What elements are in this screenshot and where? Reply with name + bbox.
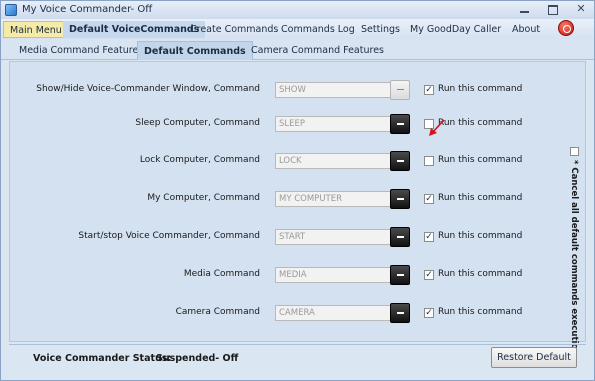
- window-controls: ✕: [518, 3, 588, 16]
- run-command-label: Run this command: [438, 307, 523, 317]
- command-value-field[interactable]: CAMERA: [275, 305, 391, 321]
- run-command-checkbox[interactable]: ✓: [424, 194, 434, 204]
- command-value-field[interactable]: SHOW: [275, 82, 391, 98]
- cancel-all-label-wrap: * Cancel all default commands execution: [567, 160, 583, 355]
- record-command-button[interactable]: [390, 151, 410, 171]
- tab-media-command-features[interactable]: Media Command Features: [13, 41, 149, 60]
- restore-default-button[interactable]: Restore Default: [491, 347, 577, 368]
- status-bar: Voice Commander Status: Suspended- Off R…: [9, 344, 586, 371]
- command-value-field[interactable]: LOCK: [275, 153, 391, 169]
- cancel-all-label: * Cancel all default commands execution: [569, 160, 579, 356]
- command-value-field[interactable]: START: [275, 229, 391, 245]
- command-label: Show/Hide Voice-Commander Window, Comman…: [36, 84, 260, 94]
- status-label: Voice Commander Status:: [33, 353, 172, 364]
- record-command-button[interactable]: [390, 303, 410, 323]
- tab-camera-command-features[interactable]: Camera Command Features: [245, 41, 390, 60]
- tab-default-commands[interactable]: Default Commands: [137, 41, 253, 60]
- close-icon[interactable]: ✕: [574, 3, 588, 16]
- run-command-checkbox[interactable]: ✓: [424, 232, 434, 242]
- app-icon: [5, 4, 17, 16]
- run-command-checkbox[interactable]: ✓: [424, 85, 434, 95]
- menu-goodday-caller[interactable]: My GoodDay Caller: [404, 21, 507, 38]
- default-commands-panel: Show/Hide Voice-Commander Window, Comman…: [9, 61, 586, 355]
- command-row: Start/stop Voice Commander, Command STAR…: [10, 227, 570, 249]
- run-command-label: Run this command: [438, 84, 523, 94]
- record-command-button[interactable]: [390, 189, 410, 209]
- command-label: Sleep Computer, Command: [135, 118, 260, 128]
- menu-about[interactable]: About: [506, 21, 546, 38]
- cancel-all-checkbox[interactable]: [570, 147, 579, 156]
- command-label: Start/stop Voice Commander, Command: [78, 231, 260, 241]
- run-command-label: Run this command: [438, 269, 523, 279]
- window-title: My Voice Commander- Off: [22, 4, 153, 15]
- title-bar: My Voice Commander- Off ✕: [1, 1, 594, 19]
- command-label: Lock Computer, Command: [139, 155, 260, 165]
- run-command-label: Run this command: [438, 193, 523, 203]
- record-command-button[interactable]: [390, 114, 410, 134]
- command-row: My Computer, Command MY COMPUTER ✓ Run t…: [10, 189, 570, 211]
- run-command-label: Run this command: [438, 155, 523, 165]
- run-command-checkbox[interactable]: [424, 156, 434, 166]
- command-label: Camera Command: [175, 307, 260, 317]
- run-command-label: Run this command: [438, 231, 523, 241]
- command-row: Camera Command CAMERA ✓ Run this command: [10, 303, 570, 325]
- menu-create-commands[interactable]: Create Commands: [184, 21, 284, 38]
- app-window: My Voice Commander- Off ✕ Main Menu Defa…: [0, 0, 595, 381]
- feature-tabs: Media Command Features Default Commands …: [1, 39, 594, 60]
- status-value: Suspended- Off: [156, 353, 239, 364]
- menu-bar: Main Menu Default VoiceCommands Create C…: [1, 19, 594, 39]
- record-command-button[interactable]: [390, 80, 410, 100]
- command-row: Lock Computer, Command LOCK Run this com…: [10, 151, 570, 173]
- command-value-field[interactable]: MY COMPUTER: [275, 191, 391, 207]
- maximize-icon[interactable]: [546, 3, 560, 16]
- command-value-field[interactable]: SLEEP: [275, 116, 391, 132]
- menu-settings[interactable]: Settings: [355, 21, 406, 38]
- command-label: My Computer, Command: [147, 193, 260, 203]
- command-label: Media Command: [183, 269, 260, 279]
- power-stop-icon[interactable]: [558, 20, 574, 36]
- menu-commands-log[interactable]: Commands Log: [275, 21, 361, 38]
- command-row: Sleep Computer, Command SLEEP Run this c…: [10, 114, 570, 136]
- minimize-icon[interactable]: [518, 3, 532, 16]
- command-row: Media Command MEDIA ✓ Run this command: [10, 265, 570, 287]
- command-row: Show/Hide Voice-Commander Window, Comman…: [10, 80, 570, 102]
- record-command-button[interactable]: [390, 265, 410, 285]
- menu-main[interactable]: Main Menu: [3, 21, 69, 38]
- run-command-checkbox[interactable]: ✓: [424, 270, 434, 280]
- command-value-field[interactable]: MEDIA: [275, 267, 391, 283]
- annotation-arrow-icon: [429, 119, 445, 136]
- run-command-checkbox[interactable]: ✓: [424, 308, 434, 318]
- run-command-label: Run this command: [438, 118, 523, 128]
- record-command-button[interactable]: [390, 227, 410, 247]
